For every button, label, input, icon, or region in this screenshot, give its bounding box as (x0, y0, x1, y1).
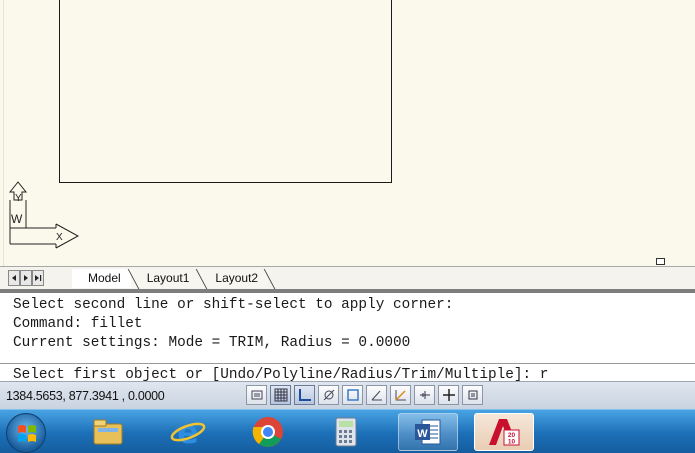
object-snap-icon (346, 389, 359, 401)
grip-square-icon[interactable] (656, 258, 665, 265)
layout-tabs: Model Layout1 Layout2 (72, 269, 276, 289)
lineweight-icon (419, 391, 430, 399)
polar-tracking-toggle[interactable] (318, 385, 339, 405)
dynamic-input-icon (442, 389, 455, 401)
drawing-canvas[interactable]: Y W X (0, 0, 695, 266)
drawn-rectangle[interactable] (59, 0, 392, 183)
status-bar: 1384.5653, 877.3941 , 0.0000 (0, 381, 695, 409)
svg-text:W: W (417, 428, 428, 440)
ortho-toggle[interactable] (294, 385, 315, 405)
tab-layout1[interactable]: Layout1 (127, 269, 200, 289)
tab-layout2-label: Layout2 (215, 271, 259, 285)
dynamic-ucs-toggle[interactable] (390, 385, 411, 405)
canvas-edge (3, 0, 4, 266)
prev-tab-button[interactable] (20, 270, 32, 286)
tab-layout1-label: Layout1 (146, 271, 190, 285)
taskbar-autocad[interactable]: 20 10 (474, 413, 534, 451)
lineweight-toggle[interactable] (414, 385, 435, 405)
taskbar-internet-explorer[interactable]: e (158, 413, 218, 451)
quick-properties-toggle[interactable] (462, 385, 483, 405)
taskbar-chrome[interactable] (238, 413, 298, 451)
cursor-coordinates[interactable]: 1384.5653, 877.3941 , 0.0000 (6, 389, 165, 403)
ucs-w-label: W (11, 212, 23, 226)
ucs-icon: Y W X (8, 181, 80, 249)
windows-start-button[interactable] (6, 413, 46, 453)
dynamic-input-toggle[interactable] (438, 385, 459, 405)
tab-separator (263, 269, 276, 289)
autocad-icon: 20 10 (489, 419, 520, 446)
3d-object-snap-toggle[interactable] (366, 385, 387, 405)
next-tab-icon (24, 275, 28, 281)
command-history-line: Current settings: Mode = TRIM, Radius = … (13, 335, 411, 351)
last-tab-icon (35, 275, 42, 281)
command-window: Select second line or shift-select to ap… (0, 289, 695, 385)
windows-taskbar: e W 20 10 (0, 409, 695, 453)
last-tab-button[interactable] (32, 270, 44, 286)
tab-model[interactable]: Model (72, 269, 131, 288)
first-tab-button[interactable] (8, 270, 20, 286)
grid-toggle[interactable] (270, 385, 291, 405)
infer-constraints-toggle[interactable] (246, 385, 267, 405)
polar-tracking-icon (323, 389, 334, 401)
windows-start-icon (18, 425, 36, 442)
svg-text:10: 10 (508, 439, 516, 446)
command-history-line: Command: fillet (13, 316, 143, 332)
file-explorer-icon (93, 419, 123, 445)
grid-icon (274, 388, 287, 402)
word-icon: W (415, 419, 441, 445)
calculator-icon (335, 417, 357, 447)
tab-layout2[interactable]: Layout2 (196, 269, 276, 289)
command-history: Select second line or shift-select to ap… (0, 293, 695, 353)
drafting-toggles (246, 385, 483, 405)
first-tab-icon (12, 275, 16, 281)
infer-constraints-icon (251, 390, 262, 400)
svg-text:e: e (177, 416, 199, 448)
command-history-line: Select second line or shift-select to ap… (13, 297, 454, 313)
tab-navigation (8, 270, 44, 286)
3d-object-snap-icon (371, 390, 382, 401)
ucs-x-label: X (56, 232, 63, 243)
ucs-y-label: Y (15, 193, 22, 204)
layout-tab-strip: Model Layout1 Layout2 (0, 266, 695, 289)
chrome-icon (252, 417, 283, 447)
taskbar-word[interactable]: W (398, 413, 458, 451)
taskbar-file-explorer[interactable] (78, 413, 138, 451)
tab-model-label: Model (88, 271, 121, 285)
object-snap-toggle[interactable] (342, 385, 363, 405)
dynamic-ucs-icon (394, 390, 406, 401)
quick-properties-icon (468, 390, 477, 400)
internet-explorer-icon: e (170, 416, 206, 448)
ortho-icon (298, 389, 311, 401)
taskbar-calculator[interactable] (316, 413, 376, 451)
